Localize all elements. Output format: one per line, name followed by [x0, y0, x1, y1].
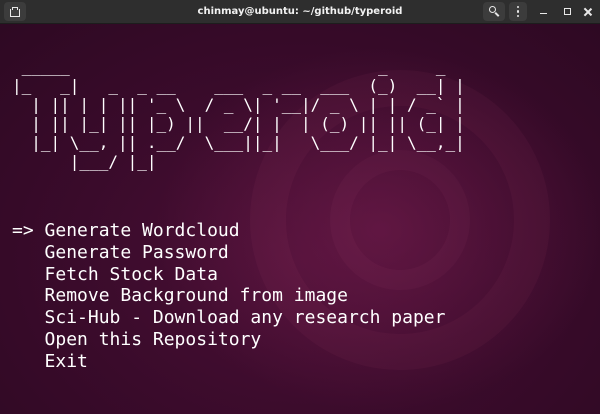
search-icon [488, 6, 500, 17]
menu-option-label: Fetch Stock Data [44, 263, 218, 285]
menu-option[interactable]: Sci-Hub - Download any research paper [12, 307, 446, 329]
banner-line: | || |_| || |_) || __/| | | (_) || || (_… [12, 114, 465, 133]
hamburger-menu-button[interactable] [509, 2, 527, 21]
hamburger-menu-icon [516, 5, 520, 18]
menu-option[interactable]: => Generate Wordcloud [12, 220, 445, 242]
banner-line: |_ _| _ _ __ ___ _ __ ___ (_) __| | [12, 76, 465, 95]
selection-spacer [12, 242, 45, 263]
menu-option-label: Sci-Hub - Download any research paper [44, 307, 446, 329]
menu-option-label: Remove Background from image [44, 285, 348, 307]
new-tab-icon [10, 6, 20, 17]
selection-spacer [12, 351, 45, 372]
close-icon [584, 8, 592, 16]
maximize-button[interactable] [559, 2, 575, 21]
selection-arrow: => [12, 220, 45, 241]
menu-option[interactable]: Exit [12, 351, 445, 373]
minimize-button[interactable] [535, 2, 551, 21]
minimize-icon [539, 12, 547, 15]
menu-option[interactable]: Generate Password [12, 242, 445, 264]
banner-line: | || | | || '_ \ / _ \| '__|/ _ \ | | / … [12, 95, 465, 114]
banner-line: |_| \__, || .__/ \___||_| \___/ |_| \__,… [12, 133, 465, 152]
new-tab-button[interactable] [4, 2, 26, 21]
menu-option[interactable]: Fetch Stock Data [12, 264, 445, 286]
close-button[interactable] [580, 2, 596, 21]
banner-line: _____ _ _ [12, 57, 456, 76]
terminal-window: chinmay@ubuntu: ~/github/typeroid _____ … [0, 0, 600, 414]
ascii-art-banner: _____ _ _ |_ _| _ _ __ ___ _ __ ___ (_) … [12, 57, 474, 171]
option-menu: => Generate Wordcloud Generate Password … [12, 220, 445, 373]
selection-spacer [12, 285, 45, 306]
menu-option[interactable]: Open this Repository [12, 329, 445, 351]
menu-option-label: Open this Repository [44, 328, 262, 350]
menu-option-label: Generate Wordcloud [44, 220, 240, 241]
menu-option-label: Generate Password [44, 241, 229, 263]
selection-spacer [12, 264, 45, 285]
window-title: chinmay@ubuntu: ~/github/typeroid [197, 6, 403, 17]
maximize-icon [563, 8, 571, 15]
selection-spacer [12, 307, 45, 328]
search-button[interactable] [483, 2, 505, 21]
menu-option[interactable]: Remove Background from image [12, 285, 445, 307]
banner-line: |___/ |_| [12, 152, 475, 171]
selection-spacer [12, 329, 45, 350]
title-bar[interactable]: chinmay@ubuntu: ~/github/typeroid [0, 0, 600, 24]
menu-option-label: Exit [44, 350, 88, 372]
terminal-body[interactable]: _____ _ _ |_ _| _ _ __ ___ _ __ ___ (_) … [0, 24, 600, 414]
